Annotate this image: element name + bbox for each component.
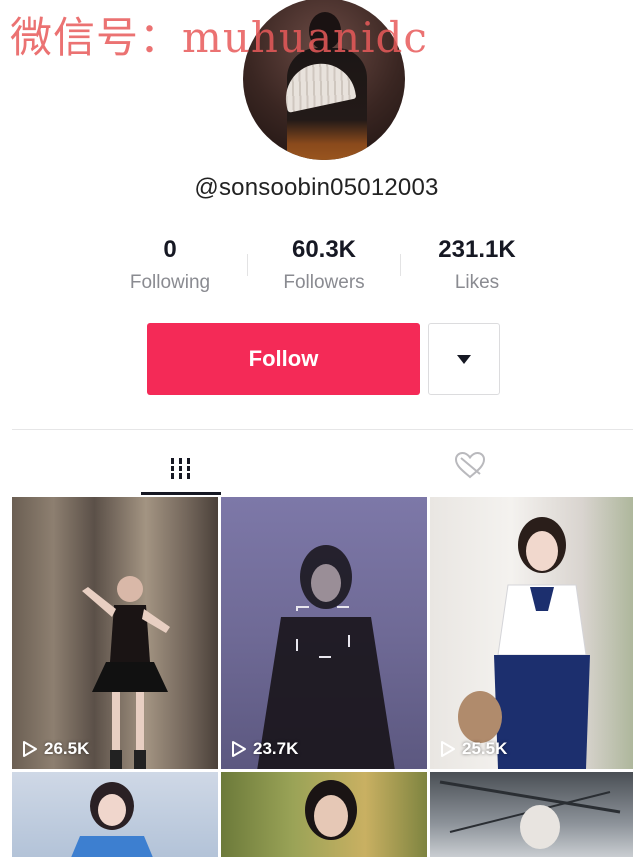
stat-followers-value: 60.3K (291, 236, 357, 263)
follow-button[interactable]: Follow (147, 323, 420, 395)
uniform-figure (458, 517, 590, 769)
blurred-figure (257, 545, 395, 769)
winter-figure (71, 782, 153, 857)
stat-following-label: Following (129, 272, 211, 293)
video-views-label: 26.5K (44, 739, 90, 758)
play-outline-icon (232, 741, 246, 757)
video-tile[interactable]: 23.7K (221, 497, 427, 769)
stat-likes-value: 231.1K (438, 236, 516, 263)
play-outline-icon (441, 741, 455, 757)
play-outline-icon (23, 741, 37, 757)
video-tile[interactable]: 25.5K (430, 497, 633, 769)
stat-likes[interactable]: 231.1K Likes (417, 236, 537, 294)
video-tile[interactable] (12, 772, 218, 857)
liked-heart-icon (454, 451, 486, 479)
stat-following-value: 0 (163, 236, 177, 263)
stat-followers[interactable]: 60.3K Followers (264, 236, 384, 294)
videos-grid-icon (171, 457, 190, 479)
stat-divider (247, 254, 248, 276)
profile-username: @sonsoobin05012003 (194, 174, 439, 201)
video-tile[interactable]: 26.5K (12, 497, 218, 769)
scene-figure (439, 780, 621, 849)
tab-videos[interactable] (141, 440, 221, 495)
tab-liked[interactable] (430, 440, 510, 490)
more-options-button[interactable] (428, 323, 500, 395)
tabs-divider (12, 429, 633, 430)
stat-followers-label: Followers (283, 272, 365, 293)
video-views-label: 25.5K (462, 739, 508, 758)
video-grid: 26.5K 23.7K 25.5K (12, 497, 633, 857)
profile-page: 微信号：muhuanidc @sonsoobin05012003 0 Follo… (0, 0, 633, 857)
video-view-count: 25.5K (440, 739, 507, 759)
video-tile[interactable] (221, 772, 427, 857)
portrait-figure (305, 780, 357, 840)
stat-following[interactable]: 0 Following (110, 236, 230, 294)
stat-divider (400, 254, 401, 276)
video-tile[interactable] (430, 772, 633, 857)
stat-likes-label: Likes (454, 272, 500, 293)
watermark-text: 微信号：muhuanidc (10, 13, 428, 62)
video-view-count: 26.5K (22, 739, 89, 759)
tab-active-indicator (141, 492, 221, 495)
video-views-label: 23.7K (253, 739, 299, 758)
caret-down-icon (457, 354, 471, 364)
video-view-count: 23.7K (231, 739, 298, 759)
